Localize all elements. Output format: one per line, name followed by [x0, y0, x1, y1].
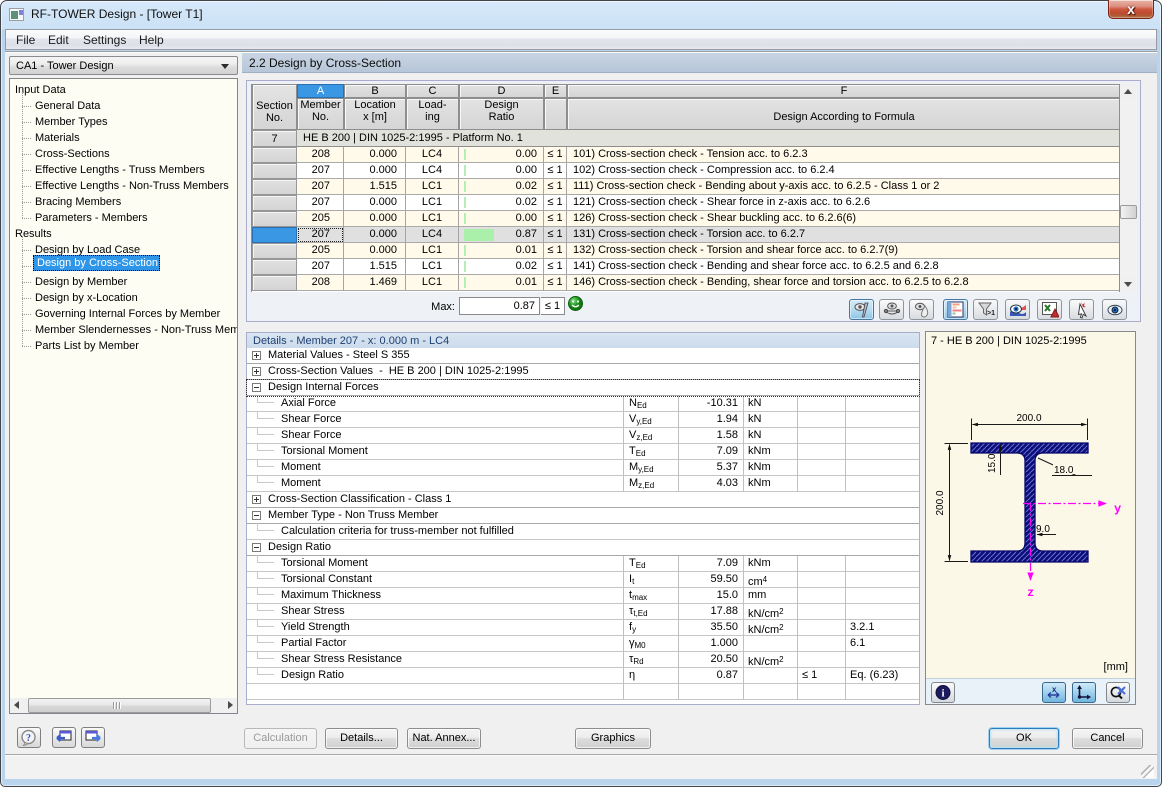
svg-text:15.0: 15.0: [987, 453, 998, 473]
svg-text:200.0: 200.0: [935, 490, 946, 515]
svg-text:18.0: 18.0: [1054, 465, 1074, 476]
svg-text:200.0: 200.0: [1016, 413, 1041, 424]
svg-text:y: y: [1114, 502, 1121, 516]
svg-text:i: i: [941, 688, 944, 700]
svg-text:>1: >1: [987, 310, 995, 317]
svg-text:z: z: [1027, 586, 1034, 600]
svg-text:?: ?: [26, 733, 31, 744]
svg-text:9.0: 9.0: [1036, 524, 1050, 535]
